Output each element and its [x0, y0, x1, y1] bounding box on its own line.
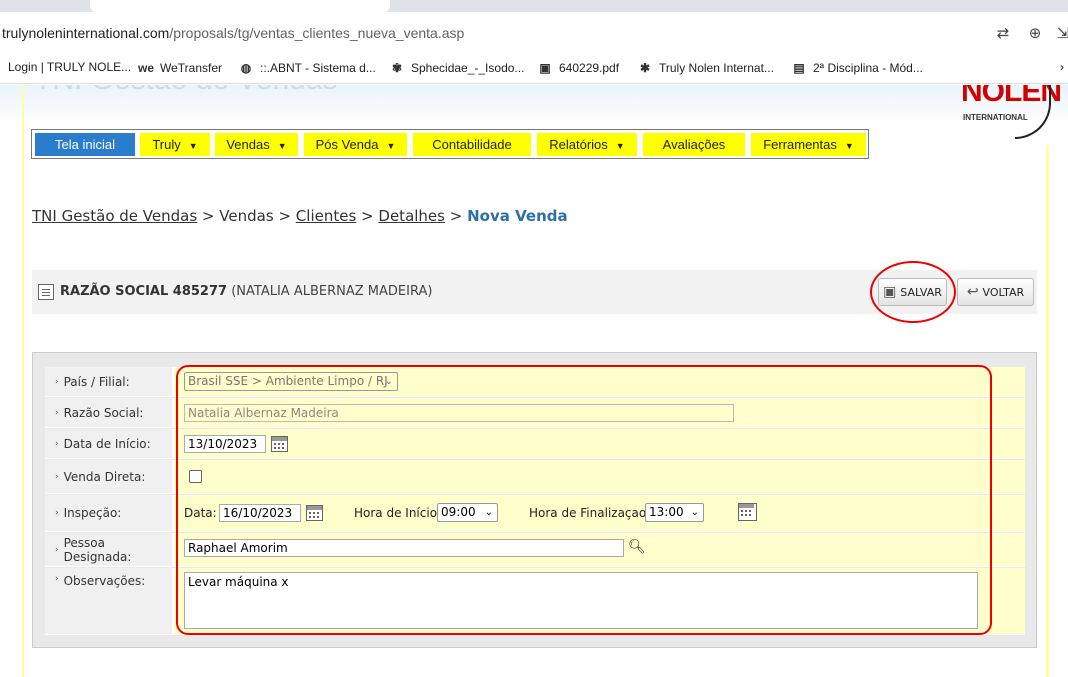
frame-border-left — [22, 85, 24, 677]
more-bookmarks-icon[interactable]: › — [1060, 60, 1064, 74]
label-observacoes: › Observações: — [45, 568, 174, 634]
menu-relatorios[interactable]: Relatórios ▼ — [537, 133, 637, 156]
chevron-down-icon: ▼ — [615, 141, 625, 151]
label-data-inicio: › Data de Início: — [45, 429, 174, 458]
wetransfer-icon: we — [138, 61, 155, 75]
menu-tela-inicial[interactable]: Tela inicial — [35, 133, 135, 156]
breadcrumb-detalhes-link[interactable]: Detalhes — [378, 207, 445, 225]
chevron-right-icon: › — [55, 471, 59, 482]
app-title: TNI Gestão de Vendas — [34, 85, 338, 97]
breadcrumb-vendas: Vendas — [219, 207, 274, 225]
breadcrumb: TNI Gestão de Vendas > Vendas > Clientes… — [32, 207, 568, 225]
main-menu: Tela inicial Truly ▼ Vendas ▼ Pós Venda ▼ C… — [31, 129, 869, 159]
chevron-down-icon: ▼ — [188, 141, 198, 151]
globe-icon: ◍ — [240, 61, 252, 75]
bookmark-item[interactable]: ▤ 2ª Disciplina - Mód... — [791, 60, 922, 76]
chevron-down-icon: ▼ — [277, 141, 287, 151]
bookmarks-bar: Login | TRULY NOLE... we WeTransfer ◍::.A… — [0, 54, 1068, 84]
browser-tab[interactable] — [90, 0, 390, 12]
record-title: RAZÃO SOCIAL 485277 (NATALIA ALBERNAZ MA… — [60, 284, 433, 299]
chevron-right-icon: › — [55, 407, 59, 418]
chevron-right-icon: › — [55, 508, 59, 518]
calendar-icon: ▤ — [793, 61, 805, 75]
label-pessoa-designada: › Pessoa Designada: — [45, 533, 174, 566]
bug-icon: ✱ — [639, 61, 651, 75]
annotation-circle-save — [870, 261, 956, 323]
label-pais-filial: › País / Filial: — [45, 367, 174, 396]
document-icon — [38, 284, 54, 300]
chevron-right-icon: › — [55, 544, 59, 555]
chevron-right-icon: › — [55, 574, 59, 584]
frame-border-right — [1046, 145, 1049, 677]
bookmark-item[interactable]: ✾ Sphecidae_-_Isodo... — [389, 60, 524, 76]
chevron-down-icon: ▼ — [386, 141, 396, 151]
menu-contabilidade[interactable]: Contabilidade — [413, 133, 531, 156]
label-razao-social: › Razão Social: — [45, 398, 174, 427]
bookmark-item[interactable]: ✱ Truly Nolen Internat... — [637, 60, 774, 76]
pdf-icon: ▣ — [539, 61, 551, 75]
chevron-down-icon: ▼ — [844, 141, 854, 151]
url-host: trulynoleninternational.com — [2, 25, 170, 41]
chevron-right-icon: › — [55, 438, 59, 449]
bookmark-item[interactable]: ▣ 640229.pdf — [537, 60, 619, 76]
annotation-box-form — [176, 365, 992, 635]
browser-tabstrip — [0, 0, 1068, 12]
breadcrumb-root-link[interactable]: TNI Gestão de Vendas — [32, 207, 197, 225]
address-bar[interactable]: trulynoleninternational.com/proposals/tg… — [0, 12, 1068, 54]
url-path: /proposals/tg/ventas_clientes_nueva_vent… — [169, 25, 465, 41]
translate-icon[interactable]: ⇄ — [992, 22, 1014, 44]
truly-nolen-logo: NOLEN INTERNATIONAL — [955, 85, 1062, 145]
back-button[interactable]: ↩ VOLTAR — [957, 278, 1034, 306]
label-inspecao: › Inspeção: — [45, 495, 174, 531]
chevron-right-icon: › — [55, 376, 59, 387]
menu-truly[interactable]: Truly ▼ — [140, 133, 210, 156]
breadcrumb-current: Nova Venda — [467, 207, 568, 225]
breadcrumb-clientes-link[interactable]: Clientes — [296, 207, 356, 225]
bookmark-item[interactable]: we WeTransfer — [138, 60, 222, 76]
url-text[interactable]: trulynoleninternational.com/proposals/tg… — [2, 25, 464, 41]
zoom-icon[interactable]: ⊕ — [1024, 22, 1046, 44]
menu-ferramentas[interactable]: Ferramentas ▼ — [751, 133, 866, 156]
wikipedia-icon: ✾ — [391, 61, 403, 75]
bookmark-item[interactable]: Login | TRULY NOLE... — [8, 60, 131, 74]
label-venda-direta: › Venda Direta: — [45, 460, 174, 493]
back-arrow-icon: ↩ — [966, 284, 979, 300]
bookmark-item[interactable]: ◍::.ABNT - Sistema d... — [238, 60, 376, 76]
share-icon[interactable]: ⇲ — [1052, 22, 1068, 44]
menu-avaliacoes[interactable]: Avaliações — [643, 133, 745, 156]
menu-vendas[interactable]: Vendas ▼ — [215, 133, 298, 156]
menu-pos-venda[interactable]: Pós Venda ▼ — [304, 133, 407, 156]
